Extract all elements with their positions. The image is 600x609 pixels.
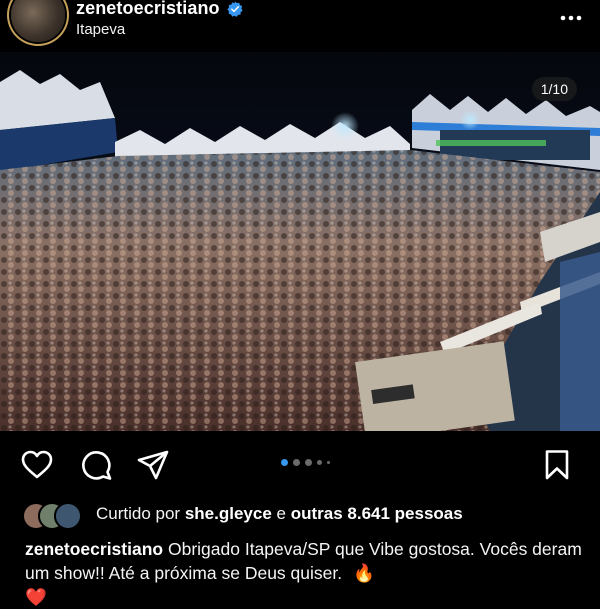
carousel-dot (317, 460, 322, 465)
avatar[interactable] (11, 0, 65, 42)
fire-emoji: 🔥 (352, 563, 375, 583)
likes-text: Curtido por she.gleyce e outras 8.641 pe… (96, 504, 463, 524)
liker-avatars (22, 500, 92, 530)
liker-username[interactable]: she.gleyce (185, 504, 272, 523)
carousel-dot-active (281, 459, 288, 466)
carousel-indicator (281, 459, 330, 466)
bookmark-icon[interactable] (540, 448, 574, 482)
share-icon[interactable] (136, 448, 170, 482)
caption-username[interactable]: zenetoecristiano (25, 539, 163, 559)
heart-icon[interactable] (20, 448, 54, 482)
carousel-dot (293, 459, 300, 466)
carousel-dot (327, 461, 330, 464)
likes-count[interactable]: outras 8.641 pessoas (291, 504, 463, 523)
verified-icon (227, 0, 243, 17)
carousel-dot (305, 459, 312, 466)
image-counter: 1/10 (531, 77, 577, 101)
post-header: zenetoecristiano Itapeva (0, 0, 600, 52)
concert-crowd-image (0, 52, 600, 431)
more-options-icon[interactable] (558, 4, 584, 24)
likes-row[interactable]: Curtido por she.gleyce e outras 8.641 pe… (0, 496, 600, 532)
likes-prefix: Curtido por (96, 504, 181, 523)
likes-conjunction: e (276, 504, 286, 523)
username-link[interactable]: zenetoecristiano (76, 0, 220, 19)
post-photo[interactable]: 1/10 (0, 52, 600, 431)
comment-icon[interactable] (79, 448, 113, 482)
location-link[interactable]: Itapeva (76, 21, 125, 38)
avatar (54, 502, 82, 530)
username-row: zenetoecristiano (76, 0, 243, 19)
post-actions (0, 431, 600, 493)
post-caption: zenetoecristiano Obrigado Itapeva/SP que… (25, 537, 585, 609)
heart-emoji: ❤️ (25, 587, 47, 607)
